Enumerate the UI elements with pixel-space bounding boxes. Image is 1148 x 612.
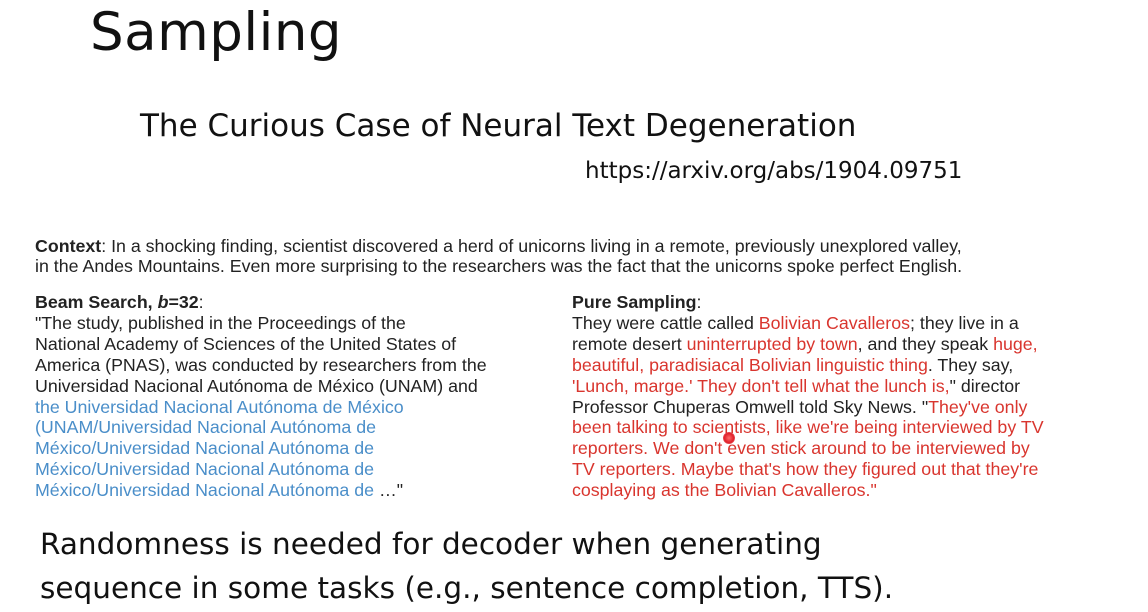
paper-title: The Curious Case of Neural Text Degenera… [140,108,857,144]
beam-line: National Academy of Sciences of the Unit… [35,333,457,354]
beam-ellipsis: …" [374,480,404,501]
sampling-text: , and they speak [857,333,994,354]
context-line-2: in the Andes Mountains. Even more surpri… [35,256,963,276]
context-block: Context: In a shocking finding, scientis… [35,236,1135,276]
beam-repeat-line: México/Universidad Nacional Autónoma de [35,480,375,501]
sampling-highlight: Bolivian Cavalleros [758,312,911,333]
sampling-highlight: 'Lunch, marge.' They don't tell what the… [572,375,950,396]
beam-header-b: b [157,292,169,312]
sampling-line-2: remote desert uninterrupted by town, and… [572,334,1142,355]
sampling-highlight: uninterrupted by town [686,333,858,354]
sampling-text: Professor Chuperas Omwell told Sky News.… [572,396,929,417]
beam-repeat-line: (UNAM/Universidad Nacional Autónoma de [35,417,376,438]
sampling-header: Pure Sampling [572,292,697,312]
takeaway-text: Randomness is needed for decoder when ge… [40,522,893,610]
context-text-1: : In a shocking finding, scientist disco… [101,236,962,256]
beam-line: "The study, published in the Proceedings… [35,312,406,333]
beam-search-column: Beam Search, b=32: "The study, published… [35,292,565,501]
laser-pointer-dot [723,432,735,444]
beam-repeat-line: the Universidad Nacional Autónoma de Méx… [35,396,404,417]
sampling-header-colon: : [696,292,702,312]
sampling-line-7: reporters. We don't even stick around to… [572,438,1030,459]
sampling-line-4: 'Lunch, marge.' They don't tell what the… [572,376,1142,397]
beam-line: Universidad Nacional Autónoma de México … [35,375,478,396]
sampling-line-3: beautiful, paradisiacal Bolivian linguis… [572,355,1142,376]
context-label: Context [35,236,102,256]
beam-search-header: Beam Search, b=32: [35,292,565,313]
sampling-text: ; they live in a [910,312,1019,333]
sampling-text: They were cattle called [572,312,759,333]
beam-header-colon: : [198,292,204,312]
sampling-line-5: Professor Chuperas Omwell told Sky News.… [572,397,1142,418]
beam-line: America (PNAS), was conducted by researc… [35,354,487,375]
sampling-line-1: They were cattle called Bolivian Cavalle… [572,313,1142,334]
sampling-line-9: cosplaying as the Bolivian Cavalleros." [572,480,877,501]
sampling-highlight: They've only [928,396,1028,417]
beam-repeat-line: México/Universidad Nacional Autónoma de [35,459,375,480]
sampling-text: . They say, [927,354,1014,375]
sampling-text: remote desert [572,333,687,354]
beam-header-suffix: =32 [168,292,199,312]
sampling-line-6: been talking to scientists, like we're b… [572,417,1044,438]
beam-repeat-last-line: México/Universidad Nacional Autónoma de … [35,480,565,501]
sampling-highlight: huge, [993,333,1038,354]
takeaway-line-2: sequence in some tasks (e.g., sentence c… [40,571,894,605]
beam-header-prefix: Beam Search, [35,292,158,312]
sampling-highlight: beautiful, paradisiacal Bolivian linguis… [572,354,928,375]
sampling-line-8: TV reporters. Maybe that's how they figu… [572,459,1039,480]
slide-title: Sampling [90,2,343,63]
context-line-1: Context: In a shocking finding, scientis… [35,236,1135,256]
takeaway-line-1: Randomness is needed for decoder when ge… [40,527,822,561]
pure-sampling-column: Pure Sampling: They were cattle called B… [572,292,1142,501]
sampling-header-line: Pure Sampling: [572,292,1142,313]
beam-repeat-line: México/Universidad Nacional Autónoma de [35,438,375,459]
sampling-text: " director [949,375,1021,396]
paper-url: https://arxiv.org/abs/1904.09751 [585,158,963,184]
